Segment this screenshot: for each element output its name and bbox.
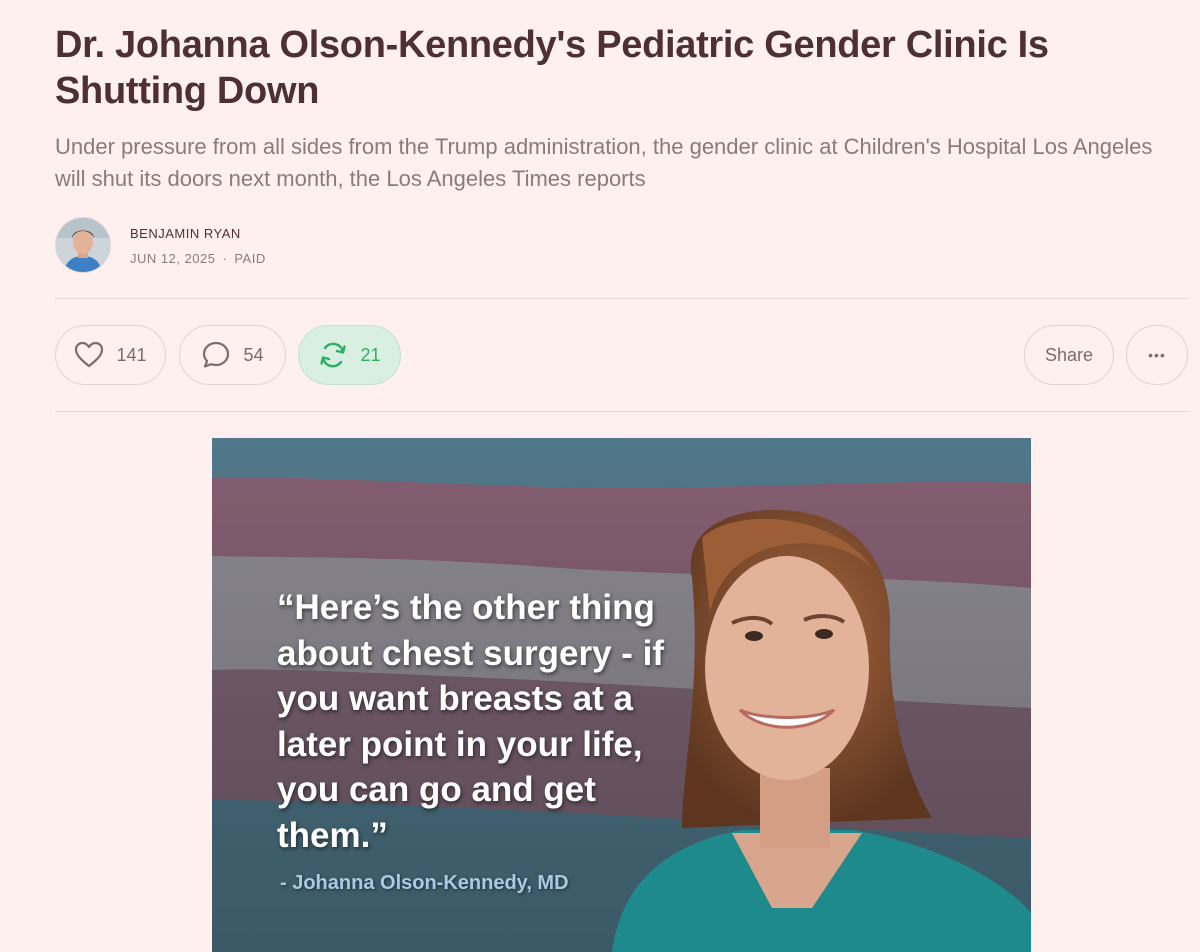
access-label: PAID	[234, 251, 266, 266]
byline: BENJAMIN RYAN JUN 12, 2025 · PAID	[55, 217, 655, 275]
post-meta: JUN 12, 2025 · PAID	[130, 251, 266, 266]
comment-icon	[203, 341, 230, 368]
post-date: JUN 12, 2025	[130, 251, 216, 266]
article-title: Dr. Johanna Olson-Kennedy's Pediatric Ge…	[55, 24, 1049, 112]
author-avatar[interactable]	[55, 217, 111, 273]
divider-bottom	[55, 411, 1188, 412]
like-count: 141	[116, 344, 147, 365]
comment-button[interactable]: 54	[179, 325, 286, 385]
author-name[interactable]: BENJAMIN RYAN	[130, 226, 241, 241]
author-photo	[56, 218, 110, 272]
restack-count: 21	[360, 344, 381, 365]
image-quote: “Here’s the other thing about chest surg…	[277, 588, 665, 855]
more-options-button[interactable]: •••	[1126, 325, 1188, 385]
restack-button[interactable]: 21	[298, 325, 401, 385]
share-button[interactable]: Share	[1024, 325, 1114, 385]
restack-icon	[320, 342, 347, 368]
article-image[interactable]: “Here’s the other thing about chest surg…	[212, 438, 1031, 952]
meta-separator: ·	[222, 251, 228, 266]
image-attribution: - Johanna Olson-Kennedy, MD	[280, 872, 569, 894]
comment-count: 54	[243, 344, 264, 365]
like-button[interactable]: 141	[55, 325, 166, 385]
heart-icon	[75, 341, 104, 368]
article-subtitle: Under pressure from all sides from the T…	[55, 134, 1153, 191]
divider-top	[55, 298, 1188, 299]
